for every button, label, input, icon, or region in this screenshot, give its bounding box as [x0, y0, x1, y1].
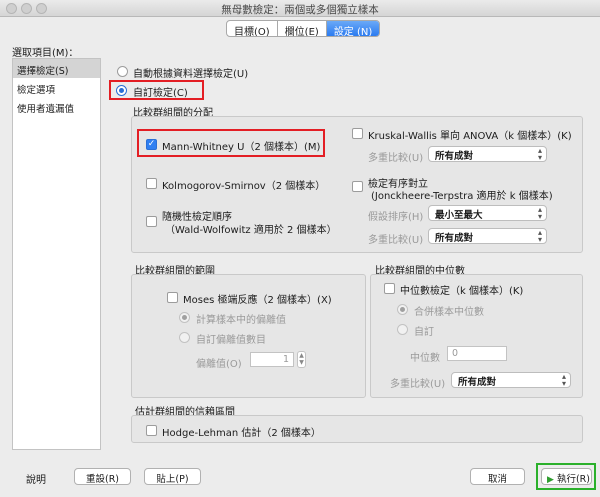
multi-compare-label: 多重比較(U)	[368, 153, 424, 164]
mann-whitney-checkbox[interactable]: ✓	[146, 139, 157, 150]
randomness-label-2: （Wald-Wolfowitz 適用於 2 個樣本）	[165, 225, 337, 236]
outliers-stepper[interactable]: ▲ ▼	[297, 351, 306, 368]
mann-whitney-label: Mann-Whitney U（2 個樣本）(M)	[162, 142, 321, 153]
multi-compare-value: 所有成對	[435, 151, 474, 162]
custom-outliers-radio[interactable]	[179, 332, 190, 343]
chevron-updown-icon: ▴ ▾	[537, 146, 542, 162]
run-button[interactable]: ▶ 執行(R)	[541, 468, 592, 485]
median-multi-compare-value: 所有成對	[458, 377, 497, 388]
kruskal-label: Kruskal-Wallis 單向 ANOVA（k 個樣本）(K)	[368, 131, 572, 142]
sidebar-heading: 選取項目(M)：	[12, 48, 79, 59]
auto-select-label: 自動根據資料選擇檢定(U)	[133, 69, 249, 80]
hodges-lehman-label: Hodge-Lehman 估計（2 個樣本）	[162, 428, 321, 439]
help-button[interactable]: 說明	[26, 471, 46, 486]
median-value-label: 中位數	[410, 353, 440, 364]
sidebar: 選擇檢定(S) 檢定選項 使用者遺漏值	[12, 58, 101, 450]
ordered-alt-checkbox[interactable]	[352, 181, 363, 192]
custom-tests-label: 自訂檢定(C)	[133, 88, 188, 99]
moses-checkbox[interactable]	[167, 292, 178, 303]
custom-median-radio[interactable]	[397, 324, 408, 335]
ordered-alt-label-2: (Jonckheere-Terpstra 適用於 k 個樣本)	[371, 191, 553, 202]
pooled-median-radio[interactable]	[397, 304, 408, 315]
median-test-label: 中位數檢定（k 個樣本）(K)	[400, 286, 524, 297]
auto-select-radio[interactable]	[117, 66, 128, 77]
hypothesis-order-value: 最小至最大	[435, 210, 483, 221]
cancel-button[interactable]: 取消	[470, 468, 525, 485]
play-icon: ▶	[547, 475, 554, 485]
hodges-lehman-checkbox[interactable]	[146, 425, 157, 436]
tab-fields[interactable]: 欄位(E)	[278, 21, 327, 36]
chevron-updown-icon: ▴ ▾	[537, 205, 542, 221]
median-multi-compare-select[interactable]: 所有成對 ▴ ▾	[451, 372, 571, 388]
custom-tests-radio[interactable]	[116, 85, 127, 96]
multi-compare-2-select[interactable]: 所有成對 ▴ ▾	[428, 228, 547, 244]
multi-compare-2-label: 多重比較(U)	[368, 235, 424, 246]
custom-outliers-label: 自訂偏離值數目	[196, 335, 266, 346]
kolmogorov-label: Kolmogorov-Smirnov（2 個樣本）	[162, 181, 326, 192]
tab-settings[interactable]: 設定 (N)	[326, 21, 380, 36]
median-multi-compare-label: 多重比較(U)	[390, 379, 446, 390]
median-value-input[interactable]: 0	[447, 346, 507, 361]
randomness-checkbox[interactable]	[146, 216, 157, 227]
kruskal-checkbox[interactable]	[352, 128, 363, 139]
compute-outliers-radio[interactable]	[179, 312, 190, 323]
multi-compare-2-value: 所有成對	[435, 233, 474, 244]
window-title: 無母數檢定：兩個或多個獨立樣本	[221, 4, 379, 16]
sidebar-item-choose-tests[interactable]: 選擇檢定(S)	[13, 59, 100, 78]
paste-button[interactable]: 貼上(P)	[144, 468, 201, 485]
custom-median-label: 自訂	[414, 327, 434, 338]
compute-outliers-label: 計算樣本中的偏離值	[196, 315, 286, 326]
median-test-checkbox[interactable]	[384, 283, 395, 294]
multi-compare-select[interactable]: 所有成對 ▴ ▾	[428, 146, 547, 162]
sidebar-item-test-options[interactable]: 檢定選項	[13, 78, 100, 97]
tab-objective[interactable]: 目標(O)	[227, 21, 278, 36]
outliers-label: 偏離值(O)	[196, 359, 242, 370]
outliers-input[interactable]: 1	[250, 352, 294, 367]
tab-bar: 目標(O) 欄位(E) 設定 (N)	[226, 20, 381, 37]
reset-button[interactable]: 重設(R)	[74, 468, 131, 485]
sidebar-item-user-missing[interactable]: 使用者遺漏值	[13, 97, 100, 116]
pooled-median-label: 合併樣本中位數	[414, 307, 484, 318]
hypothesis-order-label: 假設排序(H)	[368, 212, 424, 223]
kolmogorov-checkbox[interactable]	[146, 178, 157, 189]
chevron-updown-icon: ▴ ▾	[561, 372, 566, 388]
run-label: 執行(R)	[556, 474, 590, 485]
hypothesis-order-select[interactable]: 最小至最大 ▴ ▾	[428, 205, 547, 221]
moses-label: Moses 極端反應（2 個樣本）(X)	[183, 295, 332, 306]
chevron-updown-icon: ▴ ▾	[537, 228, 542, 244]
